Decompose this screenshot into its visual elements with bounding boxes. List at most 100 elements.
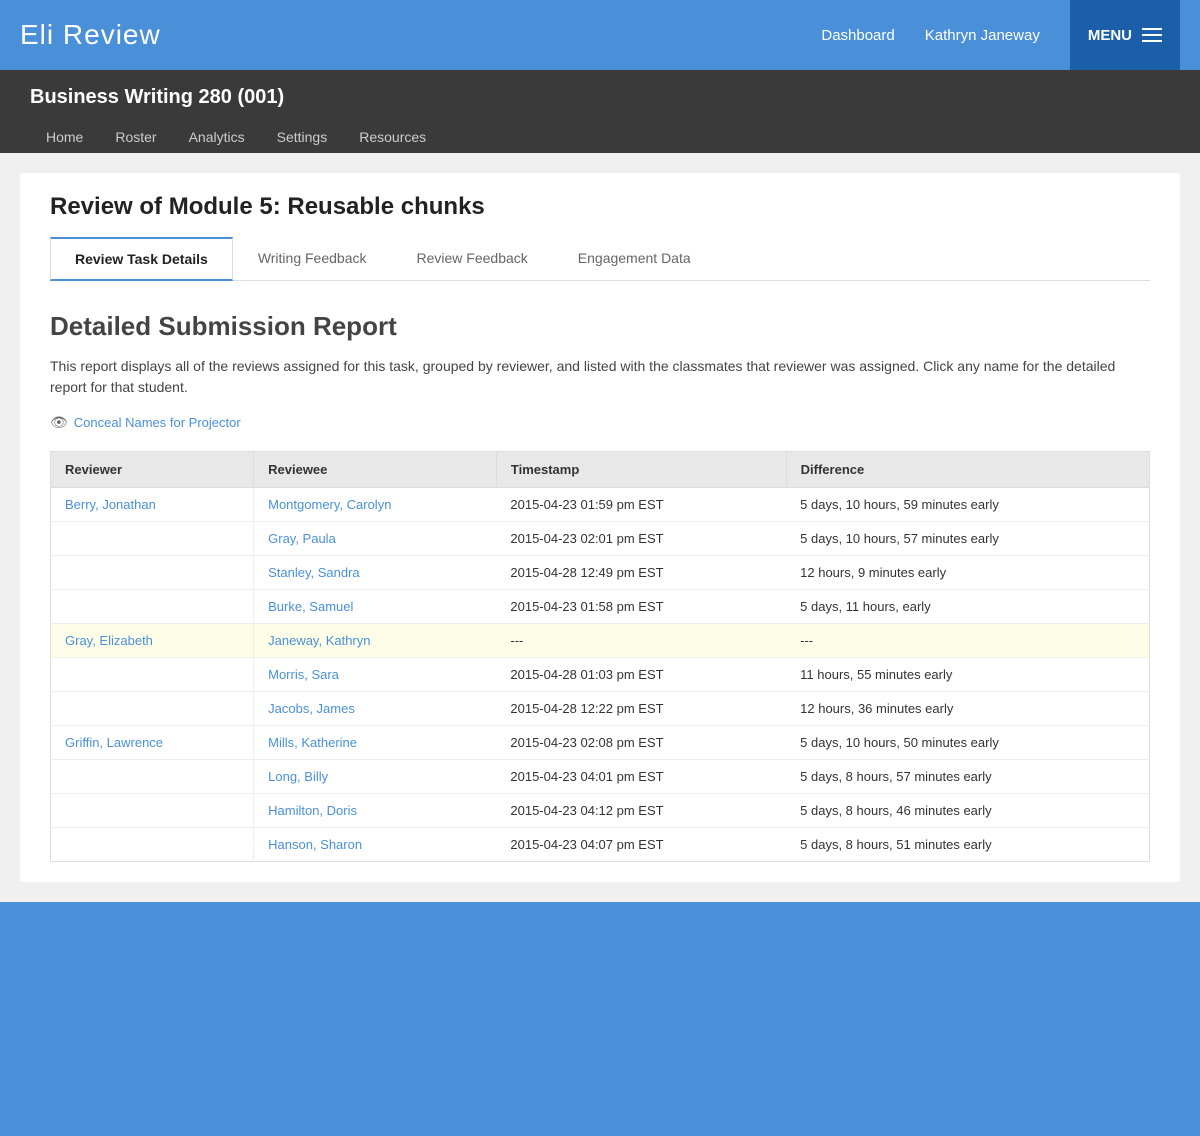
difference-cell: 5 days, 10 hours, 57 minutes early — [786, 522, 1149, 556]
course-nav: Home Roster Analytics Settings Resources — [30, 121, 1170, 153]
reviewer-cell — [51, 760, 254, 794]
timestamp-cell: 2015-04-28 01:03 pm EST — [496, 658, 786, 692]
timestamp-cell: 2015-04-23 04:07 pm EST — [496, 828, 786, 862]
conceal-names-link[interactable]: 👁 Conceal Names for Projector — [50, 414, 1150, 431]
page-title: Review of Module 5: Reusable chunks — [50, 193, 1150, 221]
timestamp-cell: 2015-04-23 04:12 pm EST — [496, 794, 786, 828]
col-difference: Difference — [786, 452, 1149, 488]
reviewee-cell: Janeway, Kathryn — [254, 624, 497, 658]
difference-cell: 12 hours, 9 minutes early — [786, 556, 1149, 590]
timestamp-cell: 2015-04-23 02:08 pm EST — [496, 726, 786, 760]
page-title-area: Review of Module 5: Reusable chunks Revi… — [20, 173, 1180, 281]
course-title: Business Writing 280 (001) — [30, 86, 1170, 109]
reviewer-cell — [51, 658, 254, 692]
reviewee-cell: Morris, Sara — [254, 658, 497, 692]
course-section: Business Writing 280 (001) Home Roster A… — [0, 70, 1200, 153]
reviewer-link[interactable]: Gray, Elizabeth — [65, 633, 153, 648]
difference-cell: 11 hours, 55 minutes early — [786, 658, 1149, 692]
report-title: Detailed Submission Report — [50, 311, 1150, 342]
reviewee-link[interactable]: Gray, Paula — [268, 531, 336, 546]
tabs-bar: Review Task Details Writing Feedback Rev… — [50, 237, 1150, 281]
table-row: Hanson, Sharon 2015-04-23 04:07 pm EST5 d… — [51, 828, 1150, 862]
reviewer-link[interactable]: Griffin, Lawrence — [65, 735, 163, 750]
reviewee-cell: Stanley, Sandra — [254, 556, 497, 590]
conceal-names-label: Conceal Names for Projector — [74, 415, 241, 430]
reviewee-link[interactable]: Stanley, Sandra — [268, 565, 360, 580]
table-row: Stanley, Sandra 2015-04-28 12:49 pm EST12… — [51, 556, 1150, 590]
reviewer-cell — [51, 794, 254, 828]
table-row: Burke, Samuel 2015-04-23 01:58 pm EST5 da… — [51, 590, 1150, 624]
reviewee-link[interactable]: Jacobs, James — [268, 701, 355, 716]
reviewee-cell: Jacobs, James — [254, 692, 497, 726]
report-description: This report displays all of the reviews … — [50, 356, 1150, 398]
dashboard-link[interactable]: Dashboard — [821, 27, 894, 44]
col-timestamp: Timestamp — [496, 452, 786, 488]
table-row: Hamilton, Doris 2015-04-23 04:12 pm EST5 … — [51, 794, 1150, 828]
tab-writing-feedback[interactable]: Writing Feedback — [233, 237, 392, 280]
table-row: Griffin, Lawrence Mills, Katherine 2015-04… — [51, 726, 1150, 760]
nav-resources[interactable]: Resources — [343, 121, 442, 153]
reviewee-cell: Montgomery, Carolyn — [254, 488, 497, 522]
reviewer-cell: Gray, Elizabeth — [51, 624, 254, 658]
nav-home[interactable]: Home — [30, 121, 99, 153]
submission-table: Reviewer Reviewee Timestamp Difference B… — [50, 451, 1150, 862]
reviewer-cell — [51, 522, 254, 556]
timestamp-cell: --- — [496, 624, 786, 658]
table-row: Jacobs, James 2015-04-28 12:22 pm EST12 h… — [51, 692, 1150, 726]
reviewee-link[interactable]: Morris, Sara — [268, 667, 339, 682]
table-row: Morris, Sara 2015-04-28 01:03 pm EST11 ho… — [51, 658, 1150, 692]
reviewee-link[interactable]: Montgomery, Carolyn — [268, 497, 391, 512]
difference-cell: 12 hours, 36 minutes early — [786, 692, 1149, 726]
reviewee-link[interactable]: Hanson, Sharon — [268, 837, 362, 852]
hamburger-icon — [1142, 28, 1162, 42]
reviewer-cell — [51, 590, 254, 624]
difference-cell: 5 days, 11 hours, early — [786, 590, 1149, 624]
tab-review-feedback[interactable]: Review Feedback — [392, 237, 553, 280]
reviewer-cell — [51, 556, 254, 590]
timestamp-cell: 2015-04-28 12:22 pm EST — [496, 692, 786, 726]
tab-engagement-data[interactable]: Engagement Data — [553, 237, 716, 280]
difference-cell: 5 days, 8 hours, 51 minutes early — [786, 828, 1149, 862]
tab-review-task-details[interactable]: Review Task Details — [50, 237, 233, 281]
reviewee-cell: Long, Billy — [254, 760, 497, 794]
col-reviewer: Reviewer — [51, 452, 254, 488]
col-reviewee: Reviewee — [254, 452, 497, 488]
difference-cell: 5 days, 8 hours, 57 minutes early — [786, 760, 1149, 794]
reviewer-link[interactable]: Berry, Jonathan — [65, 497, 156, 512]
timestamp-cell: 2015-04-23 01:58 pm EST — [496, 590, 786, 624]
menu-button[interactable]: MENU — [1070, 0, 1180, 70]
table-row: Gray, Elizabeth Janeway, Kathryn ------ — [51, 624, 1150, 658]
app-logo: Eli Review — [20, 19, 161, 51]
main-content: Review of Module 5: Reusable chunks Revi… — [0, 153, 1200, 902]
reviewee-cell: Gray, Paula — [254, 522, 497, 556]
reviewer-cell: Berry, Jonathan — [51, 488, 254, 522]
timestamp-cell: 2015-04-23 01:59 pm EST — [496, 488, 786, 522]
header-nav: Dashboard Kathryn Janeway MENU — [821, 0, 1180, 70]
nav-settings[interactable]: Settings — [261, 121, 344, 153]
timestamp-cell: 2015-04-28 12:49 pm EST — [496, 556, 786, 590]
table-row: Gray, Paula2015-04-23 02:01 pm EST5 days… — [51, 522, 1150, 556]
eye-icon: 👁 — [50, 414, 68, 431]
reviewer-cell: Griffin, Lawrence — [51, 726, 254, 760]
difference-cell: --- — [786, 624, 1149, 658]
reviewee-link[interactable]: Mills, Katherine — [268, 735, 357, 750]
table-row: Berry, Jonathan Montgomery, Carolyn 2015-0… — [51, 488, 1150, 522]
difference-cell: 5 days, 8 hours, 46 minutes early — [786, 794, 1149, 828]
reviewee-cell: Hamilton, Doris — [254, 794, 497, 828]
top-header: Eli Review Dashboard Kathryn Janeway MEN… — [0, 0, 1200, 70]
difference-cell: 5 days, 10 hours, 59 minutes early — [786, 488, 1149, 522]
content-card: Review of Module 5: Reusable chunks Revi… — [20, 173, 1180, 882]
reviewee-cell: Burke, Samuel — [254, 590, 497, 624]
reviewee-link[interactable]: Long, Billy — [268, 769, 328, 784]
reviewee-link[interactable]: Janeway, Kathryn — [268, 633, 370, 648]
reviewee-cell: Mills, Katherine — [254, 726, 497, 760]
nav-analytics[interactable]: Analytics — [173, 121, 261, 153]
reviewer-cell — [51, 828, 254, 862]
timestamp-cell: 2015-04-23 04:01 pm EST — [496, 760, 786, 794]
user-link[interactable]: Kathryn Janeway — [925, 27, 1040, 44]
nav-roster[interactable]: Roster — [99, 121, 172, 153]
reviewee-cell: Hanson, Sharon — [254, 828, 497, 862]
reviewee-link[interactable]: Hamilton, Doris — [268, 803, 357, 818]
report-section: Detailed Submission Report This report d… — [20, 281, 1180, 882]
reviewee-link[interactable]: Burke, Samuel — [268, 599, 353, 614]
